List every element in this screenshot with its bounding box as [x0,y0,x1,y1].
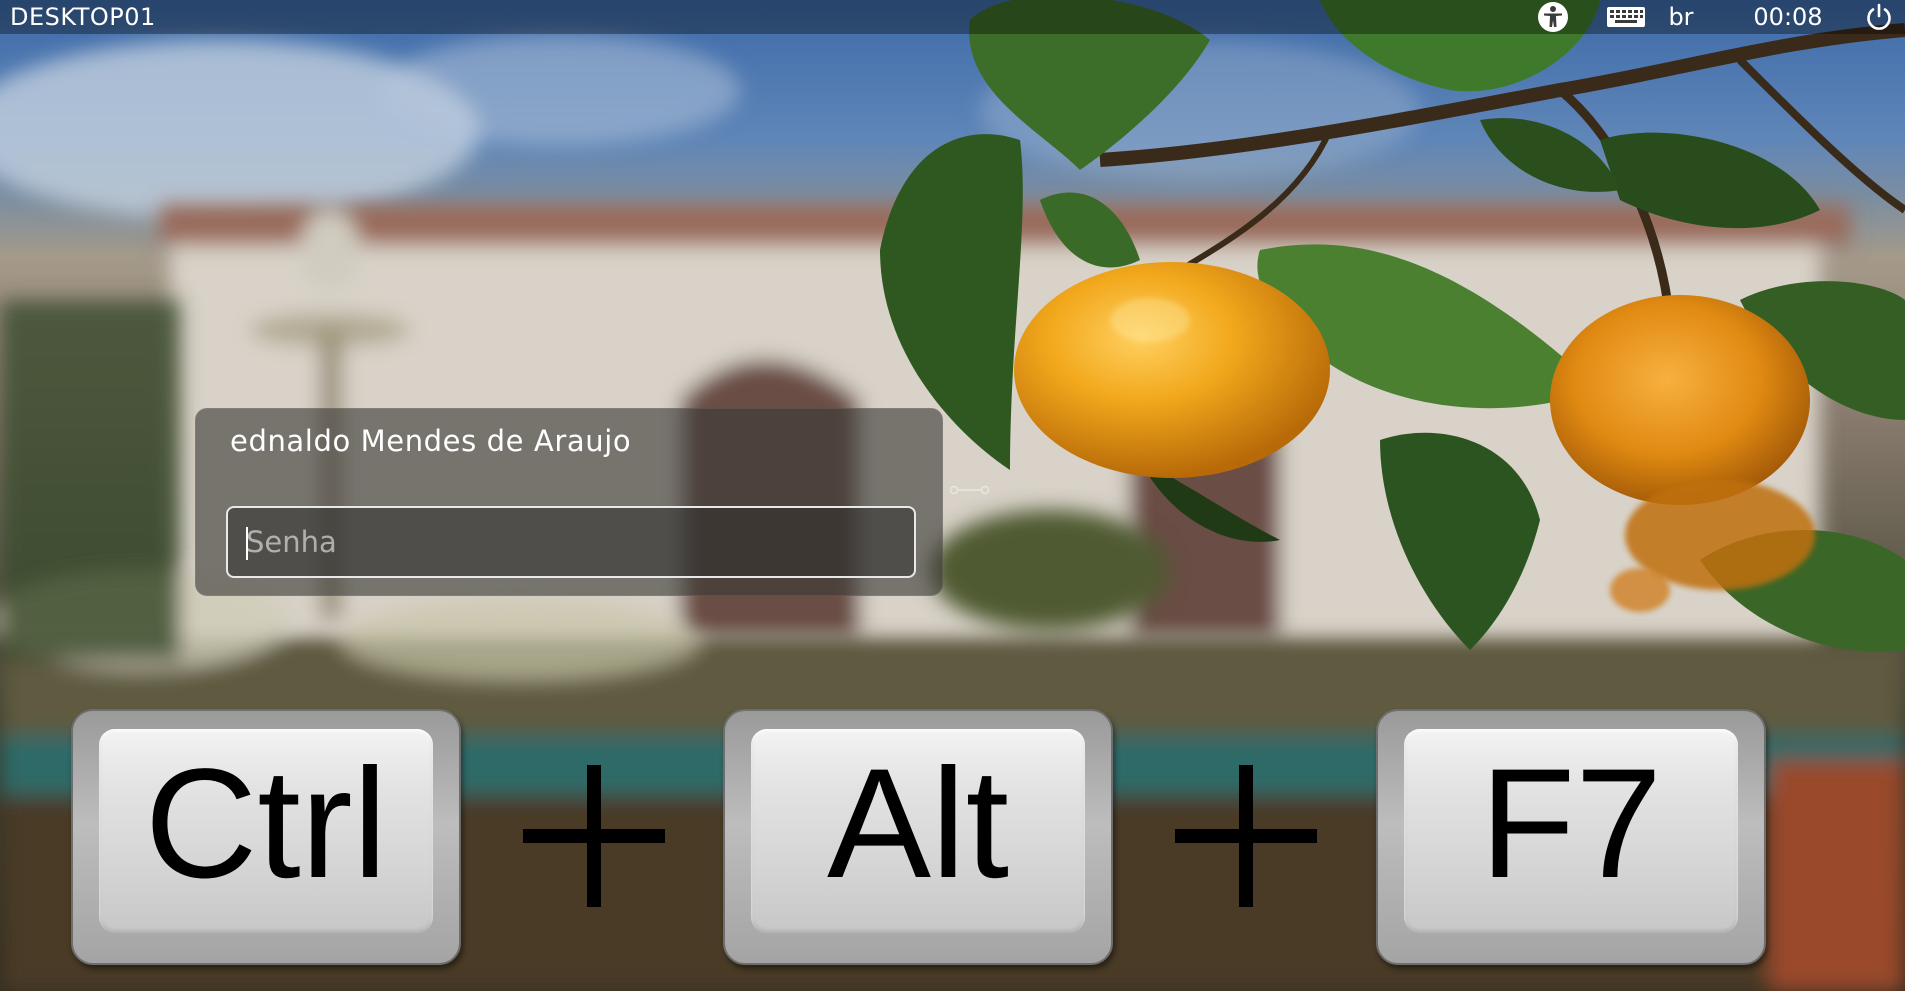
plus-icon [523,765,665,907]
accessibility-icon[interactable] [1531,0,1575,34]
keyboard-layout-indicator[interactable]: br [1661,0,1701,34]
user-name-label[interactable]: ednaldo Mendes de Araujo [230,423,631,459]
clock[interactable]: 00:08 [1743,0,1833,34]
password-field[interactable] [226,506,916,578]
f7-key: F7 [1376,709,1766,965]
ctrl-key: Ctrl [71,709,461,965]
alt-key: Alt [723,709,1113,965]
ctrl-key-label: Ctrl [144,737,388,911]
session-icon[interactable] [948,480,992,500]
text-cursor [246,527,248,560]
login-box: ednaldo Mendes de Araujo [195,408,943,596]
f7-key-label: F7 [1479,737,1663,911]
system-tray: br 00:08 [1531,0,1905,34]
hostname-label: DESKTOP01 [10,3,156,31]
plus-icon [1175,765,1317,907]
keyboard-icon[interactable] [1595,0,1657,34]
top-panel: DESKTOP01 br 00:08 [0,0,1905,34]
alt-key-label: Alt [826,737,1010,911]
power-icon[interactable] [1853,0,1905,34]
